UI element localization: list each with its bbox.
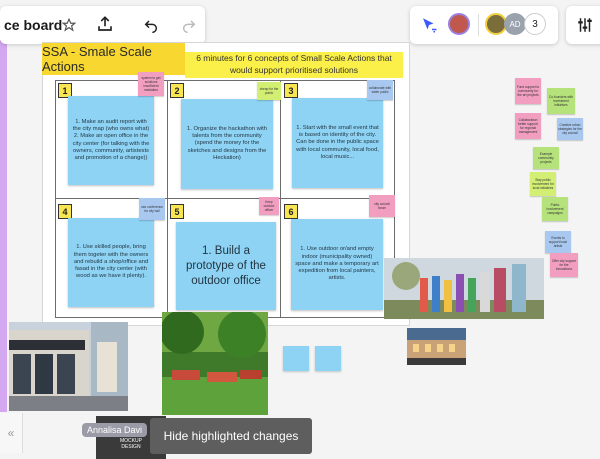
collapse-left-icon[interactable]: « — [0, 413, 23, 453]
photo-street-storefront[interactable] — [9, 322, 128, 411]
divider — [478, 14, 479, 36]
collaborator-count[interactable]: 3 — [524, 13, 546, 35]
hide-highlighted-changes-button[interactable]: Hide highlighted changes — [150, 418, 312, 454]
mini-note-3[interactable]: collaborate with wider public — [367, 80, 393, 100]
collaboration-bar: AD 3 — [410, 6, 558, 44]
photo-park-outdoor[interactable] — [162, 312, 268, 415]
cell-number-4: 4 — [58, 204, 72, 219]
sticky-note-5[interactable]: 1. Build a prototype of the outdoor offi… — [176, 222, 276, 310]
sticky-note-1[interactable]: 1. Make an audit report with the city ma… — [68, 96, 154, 185]
settings-panel — [566, 6, 600, 44]
blank-sticky-1[interactable] — [283, 346, 309, 371]
right-note-8[interactable]: Events to support local artists — [545, 231, 571, 253]
right-note-9[interactable]: Offer city support for the innovations — [550, 253, 578, 277]
cursor-filter-icon[interactable] — [418, 14, 440, 36]
cell-number-3: 3 — [284, 83, 298, 98]
mini-note-6[interactable]: city council forum — [369, 195, 395, 217]
share-upload-icon[interactable] — [94, 13, 116, 35]
right-note-4[interactable]: Creative urban strategies for the city c… — [557, 118, 583, 140]
board-title[interactable]: ce board — [4, 17, 62, 33]
left-frame-edge — [0, 40, 7, 412]
mini-note-2[interactable]: cheap for the public — [257, 82, 281, 100]
frame-title: SSA - Smale Scale Actions — [42, 43, 185, 75]
right-note-7[interactable]: Public involvement campaigns — [542, 197, 568, 221]
right-note-3[interactable]: Collaboration better support for regiona… — [515, 113, 541, 139]
mini-note-5[interactable]: Keep outdoor officer — [259, 197, 279, 215]
photo-art-installation[interactable] — [384, 258, 544, 319]
sticky-note-6[interactable]: 1. Use outdoor or/and empty indoor (muni… — [291, 219, 383, 310]
undo-icon[interactable] — [140, 14, 162, 36]
cell-number-5: 5 — [170, 204, 184, 219]
mockup-caption-2: DESIGN — [121, 444, 141, 450]
sticky-note-3[interactable]: 1. Start with the small event that is ba… — [292, 98, 383, 188]
whiteboard-canvas[interactable]: ce board AD 3 SSA - Smale Scale Actions … — [0, 0, 600, 459]
photo-evening-street[interactable] — [407, 328, 466, 365]
mini-note-4[interactable]: use conference for city hall — [139, 198, 165, 220]
right-note-2[interactable]: Co-founders with investment initiatives — [547, 88, 575, 114]
avatar-user-1[interactable] — [448, 13, 470, 35]
settings-sliders-icon[interactable] — [574, 14, 596, 36]
right-note-1[interactable]: Fund support to community for the art pr… — [515, 78, 541, 104]
right-note-6[interactable]: Stay public involvement for local initia… — [530, 172, 556, 196]
cell-number-2: 2 — [170, 83, 184, 98]
redo-icon[interactable] — [178, 14, 200, 36]
frame-subtitle: 6 minutes for 6 concepts of Small Scale … — [185, 52, 403, 78]
sticky-note-2[interactable]: 1. Organize the hackathon with talents f… — [181, 99, 273, 189]
cell-number-6: 6 — [284, 204, 298, 219]
mini-note-1[interactable]: system to get solutions insufficient med… — [138, 72, 164, 96]
sticky-note-4[interactable]: 1. Use skilled people, bring them togete… — [68, 218, 154, 307]
right-note-5[interactable]: Example community projects — [533, 147, 559, 169]
avatar-initials[interactable]: AD — [504, 13, 526, 35]
blank-sticky-2[interactable] — [315, 346, 341, 371]
star-icon[interactable] — [58, 14, 80, 36]
board-header: ce board — [0, 6, 205, 44]
collaborator-cursor-label: Annalisa Davi — [82, 423, 148, 437]
